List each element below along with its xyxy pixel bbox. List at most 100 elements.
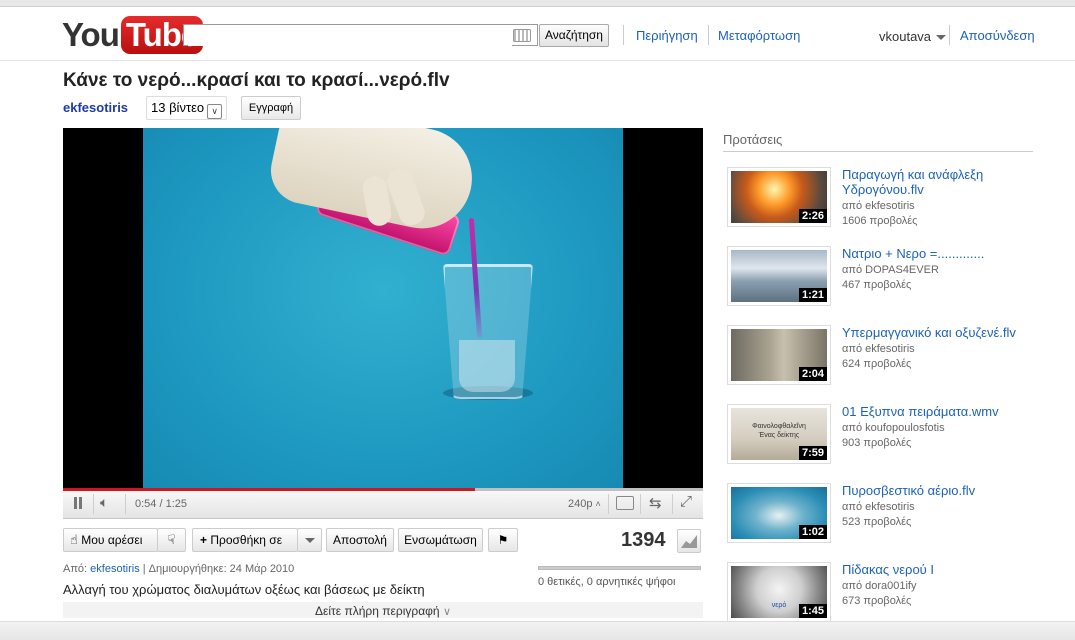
likes-summary: 0 θετικές, 0 αρνητικές ψήφοι [538, 576, 676, 588]
stats-button[interactable] [677, 529, 701, 553]
embed-button[interactable]: Ενσωμάτωση [398, 528, 483, 552]
control-divider [93, 494, 94, 514]
logo-you-text: You [62, 16, 120, 53]
chevron-down-icon [304, 538, 315, 544]
suggestion-views: 1606 προβολές [842, 215, 918, 227]
nav-divider [949, 25, 950, 45]
played-bar [63, 488, 475, 491]
suggestion-views: 523 προβολές [842, 516, 912, 528]
search-input[interactable] [188, 26, 512, 46]
suggestion-title[interactable]: 01 Εξυπνα πειράματα.wmv [842, 404, 1032, 419]
chevron-up-icon: ˄ [595, 499, 601, 509]
player-controls: 🔈︎ 0:54 / 1:25 240p ˄ ⇆ ⤢ [63, 488, 703, 519]
nav-upload-link[interactable]: Μεταφόρτωση [718, 28, 800, 43]
suggestion-item[interactable]: Φαινολοφθαλεΐνη Ένας δείκτης 7:59 01 Εξυ… [727, 404, 1037, 468]
chevron-down-icon [936, 35, 947, 41]
share-button[interactable]: Αποστολή [326, 528, 394, 552]
add-to-dropdown[interactable] [297, 528, 322, 552]
by-label: Από: [63, 563, 88, 575]
thumb-caption: Ένας δείκτης [758, 432, 800, 439]
time-display: 0:54 / 1:25 [135, 498, 187, 510]
suggestion-thumbnail[interactable]: 1:02 [727, 483, 831, 543]
search-button[interactable]: Αναζήτηση [539, 24, 609, 47]
control-divider [608, 494, 609, 514]
keyboard-icon[interactable] [513, 29, 531, 42]
suggestion-title[interactable]: Παραγωγή και ανάφλεξη Υδρογόνου.flv [842, 167, 1032, 197]
subscribe-button[interactable]: Εγγραφή [241, 96, 301, 120]
duration-badge: 7:59 [798, 446, 827, 460]
suggestions-divider [723, 151, 1033, 152]
view-count: 1394 [621, 529, 666, 551]
masthead-divider [0, 60, 1075, 61]
suggestion-title[interactable]: Υπερμαγγανικό και οξυζενέ.flv [842, 325, 1032, 340]
duration-badge: 1:21 [798, 288, 827, 302]
show-more-label: Δείτε πλήρη περιγραφή [315, 604, 440, 618]
suggestion-item[interactable]: 1:21 Νατριο + Νερο =............. από DO… [727, 246, 1037, 310]
cup-liquid [459, 340, 515, 392]
progress-bar[interactable] [63, 488, 703, 491]
username: vkoutava [879, 29, 932, 44]
suggestion-title[interactable]: Πυροσβεστικό αέριο.flv [842, 483, 1032, 498]
suggestion-views: 903 προβολές [842, 437, 912, 449]
suggestion-views: 624 προβολές [842, 358, 912, 370]
double-chevron-down-icon: ∨ [442, 606, 451, 618]
suggestion-title[interactable]: Πίδακας νερού Ι [842, 562, 1032, 577]
upload-info: Από: ekfesotiris | Δημιουργήθηκε: 24 Μάρ… [63, 563, 294, 575]
pause-icon[interactable] [73, 497, 83, 509]
like-label: Μου αρέσει [81, 533, 143, 547]
thumb-caption: Φαινολοφθαλεΐνη [752, 423, 806, 430]
channel-link[interactable]: ekfesotiris [63, 100, 128, 115]
nav-divider [708, 25, 709, 45]
signout-link[interactable]: Αποσύνδεση [960, 28, 1035, 43]
suggestion-item[interactable]: 1:02 Πυροσβεστικό αέριο.flv από ekfesoti… [727, 483, 1037, 547]
suggestions-heading: Προτάσεις [723, 132, 783, 147]
quality-button[interactable]: 240p ˄ [568, 498, 601, 510]
duration-badge: 1:45 [798, 604, 827, 618]
suggestion-item[interactable]: 2:26 Παραγωγή και ανάφλεξη Υδρογόνου.flv… [727, 167, 1037, 231]
control-divider [125, 494, 126, 514]
suggestion-thumbnail[interactable]: Φαινολοφθαλεΐνη Ένας δείκτης 7:59 [727, 404, 831, 464]
suggestion-author: από ekfesotiris [842, 200, 915, 212]
dislike-button[interactable]: ☟︎ [157, 528, 186, 552]
video-frame [143, 128, 623, 488]
video-count-dropdown[interactable]: 13 βίντεο ∨ [146, 96, 228, 120]
suggestion-author: από DOPAS4EVER [842, 264, 939, 276]
user-menu[interactable]: vkoutava [879, 29, 947, 44]
nav-divider [623, 25, 624, 45]
nav-browse-link[interactable]: Περιήγηση [636, 28, 698, 43]
uploader-link[interactable]: ekfesotiris [90, 563, 140, 575]
video-player[interactable] [63, 128, 703, 488]
video-title: Κάνε το νερό...κρασί και το κρασί...νερό… [63, 70, 450, 91]
video-description: Αλλαγή του χρώματος διαλυμάτων οξέως και… [63, 582, 425, 597]
control-divider [672, 494, 673, 514]
chart-icon [681, 535, 697, 548]
suggestion-thumbnail[interactable]: νερό 1:45 [727, 562, 831, 622]
search-box [183, 24, 538, 46]
thumb-caption: νερό [771, 602, 787, 609]
add-to-button[interactable]: + Προσθήκη σε [192, 528, 298, 552]
like-button[interactable]: ☝︎ Μου αρέσει [63, 528, 158, 552]
suggestion-author: από dora001ify [842, 580, 917, 592]
suggestion-item[interactable]: 2:04 Υπερμαγγανικό και οξυζενέ.flv από e… [727, 325, 1037, 389]
suggestion-thumbnail[interactable]: 2:04 [727, 325, 831, 385]
quality-label: 240p [568, 498, 593, 510]
volume-icon[interactable]: 🔈︎ [100, 494, 108, 511]
suggestion-views: 467 προβολές [842, 279, 912, 291]
suggestion-thumbnail[interactable]: 2:26 [727, 167, 831, 227]
browser-top-strip [0, 0, 1075, 7]
video-count: 13 βίντεο [151, 100, 205, 115]
suggestion-item[interactable]: νερό 1:45 Πίδακας νερού Ι από dora001ify… [727, 562, 1037, 626]
fullscreen-icon[interactable]: ⤢ [680, 493, 692, 510]
plus-icon: + [200, 533, 208, 547]
flag-button[interactable]: ⚑ [488, 528, 518, 552]
suggestion-author: από koufopoulosfotis [842, 422, 945, 434]
likes-bar [538, 566, 701, 570]
show-more-button[interactable]: Δείτε πλήρη περιγραφή ∨ [63, 602, 703, 618]
suggestion-thumbnail[interactable]: 1:21 [727, 246, 831, 306]
suggestion-author: από ekfesotiris [842, 501, 915, 513]
loop-icon[interactable]: ⇆ [649, 494, 662, 512]
popout-icon[interactable] [616, 496, 634, 510]
suggestion-title[interactable]: Νατριο + Νερο =............. [842, 246, 1032, 261]
thumbs-up-icon: ☝︎ [70, 532, 78, 547]
control-divider [640, 494, 641, 514]
